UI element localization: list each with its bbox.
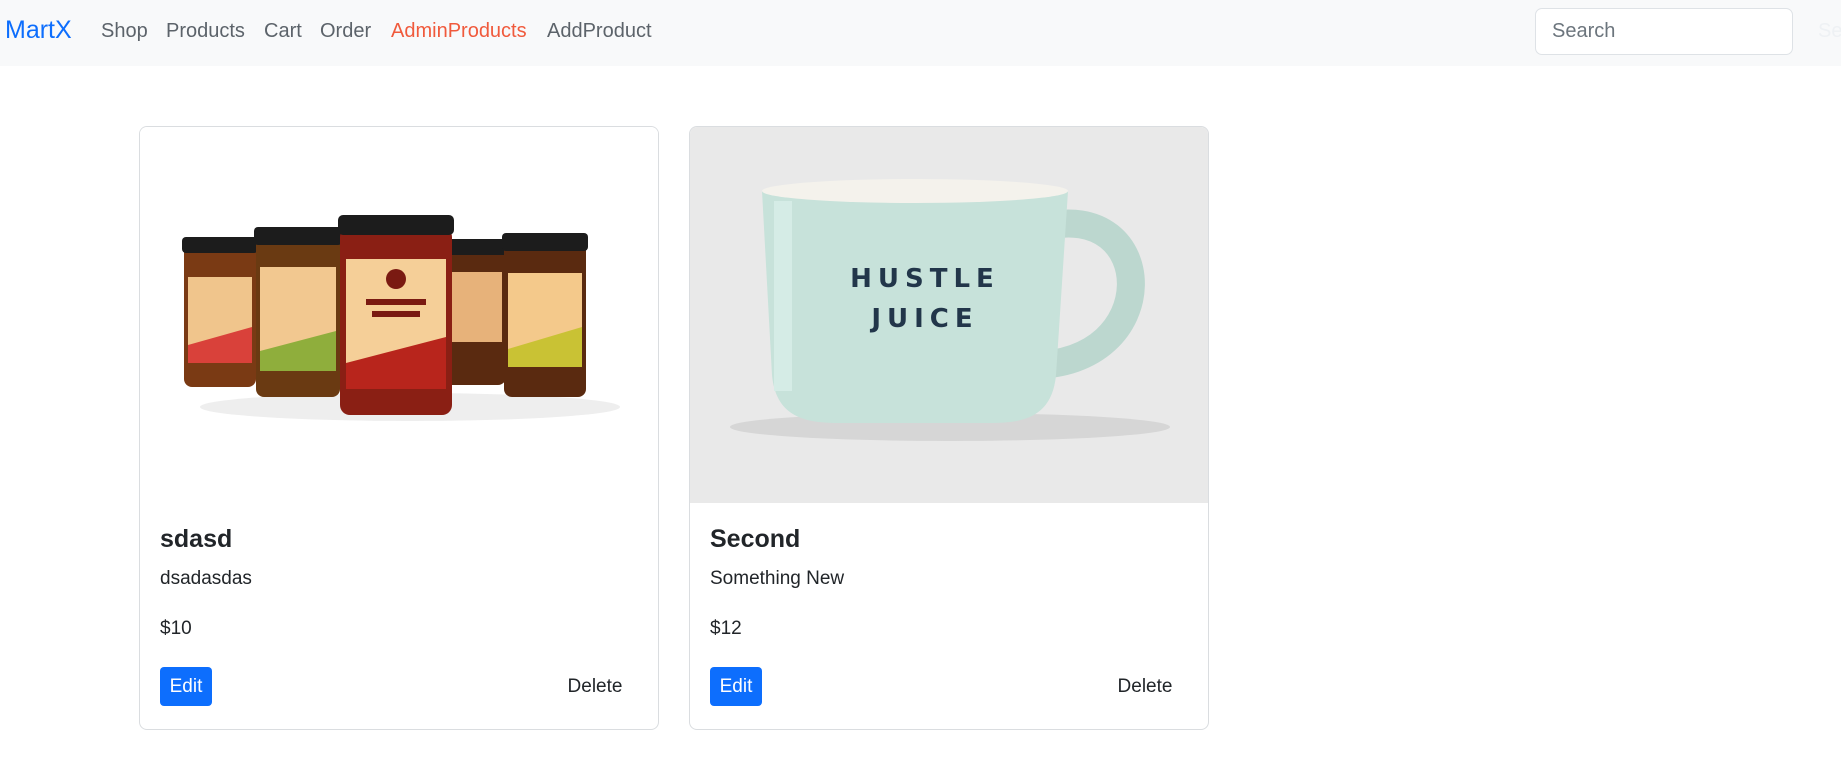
product-card: HUSTLE JUICE Second Something New $12 Ed… [689, 126, 1209, 730]
nav-link-products[interactable]: Products [166, 20, 245, 43]
search-input[interactable] [1535, 8, 1793, 55]
delete-button[interactable]: Delete [550, 667, 640, 706]
product-card: sdasd dsadasdas $10 Edit Delete [139, 126, 659, 730]
nav-link-shop[interactable]: Shop [101, 20, 148, 43]
nav-link-order[interactable]: Order [320, 20, 371, 43]
brand-logo[interactable]: MartX [5, 16, 72, 45]
nav-link-admin-products[interactable]: AdminProducts [391, 20, 527, 43]
product-price: $10 [160, 618, 192, 639]
nav-link-cart[interactable]: Cart [264, 20, 302, 43]
nav-link-add-product[interactable]: AddProduct [547, 20, 652, 43]
mug-image: HUSTLE JUICE [690, 127, 1208, 503]
product-description: dsadasdas [160, 568, 252, 589]
product-title: Second [710, 525, 801, 553]
delete-button[interactable]: Delete [1100, 667, 1190, 706]
product-title: sdasd [160, 525, 233, 553]
navbar: MartX Shop Products Cart Order AdminProd… [0, 0, 1841, 66]
relish-jars-image [140, 127, 658, 503]
product-description: Something New [710, 568, 845, 589]
product-price: $12 [710, 618, 742, 639]
edit-button[interactable]: Edit [710, 667, 762, 706]
edit-button[interactable]: Edit [160, 667, 212, 706]
mug-text-line-2: JUICE [869, 304, 978, 334]
mug-text-line-1: HUSTLE [850, 264, 1000, 294]
search-button[interactable]: Search [1812, 8, 1841, 55]
